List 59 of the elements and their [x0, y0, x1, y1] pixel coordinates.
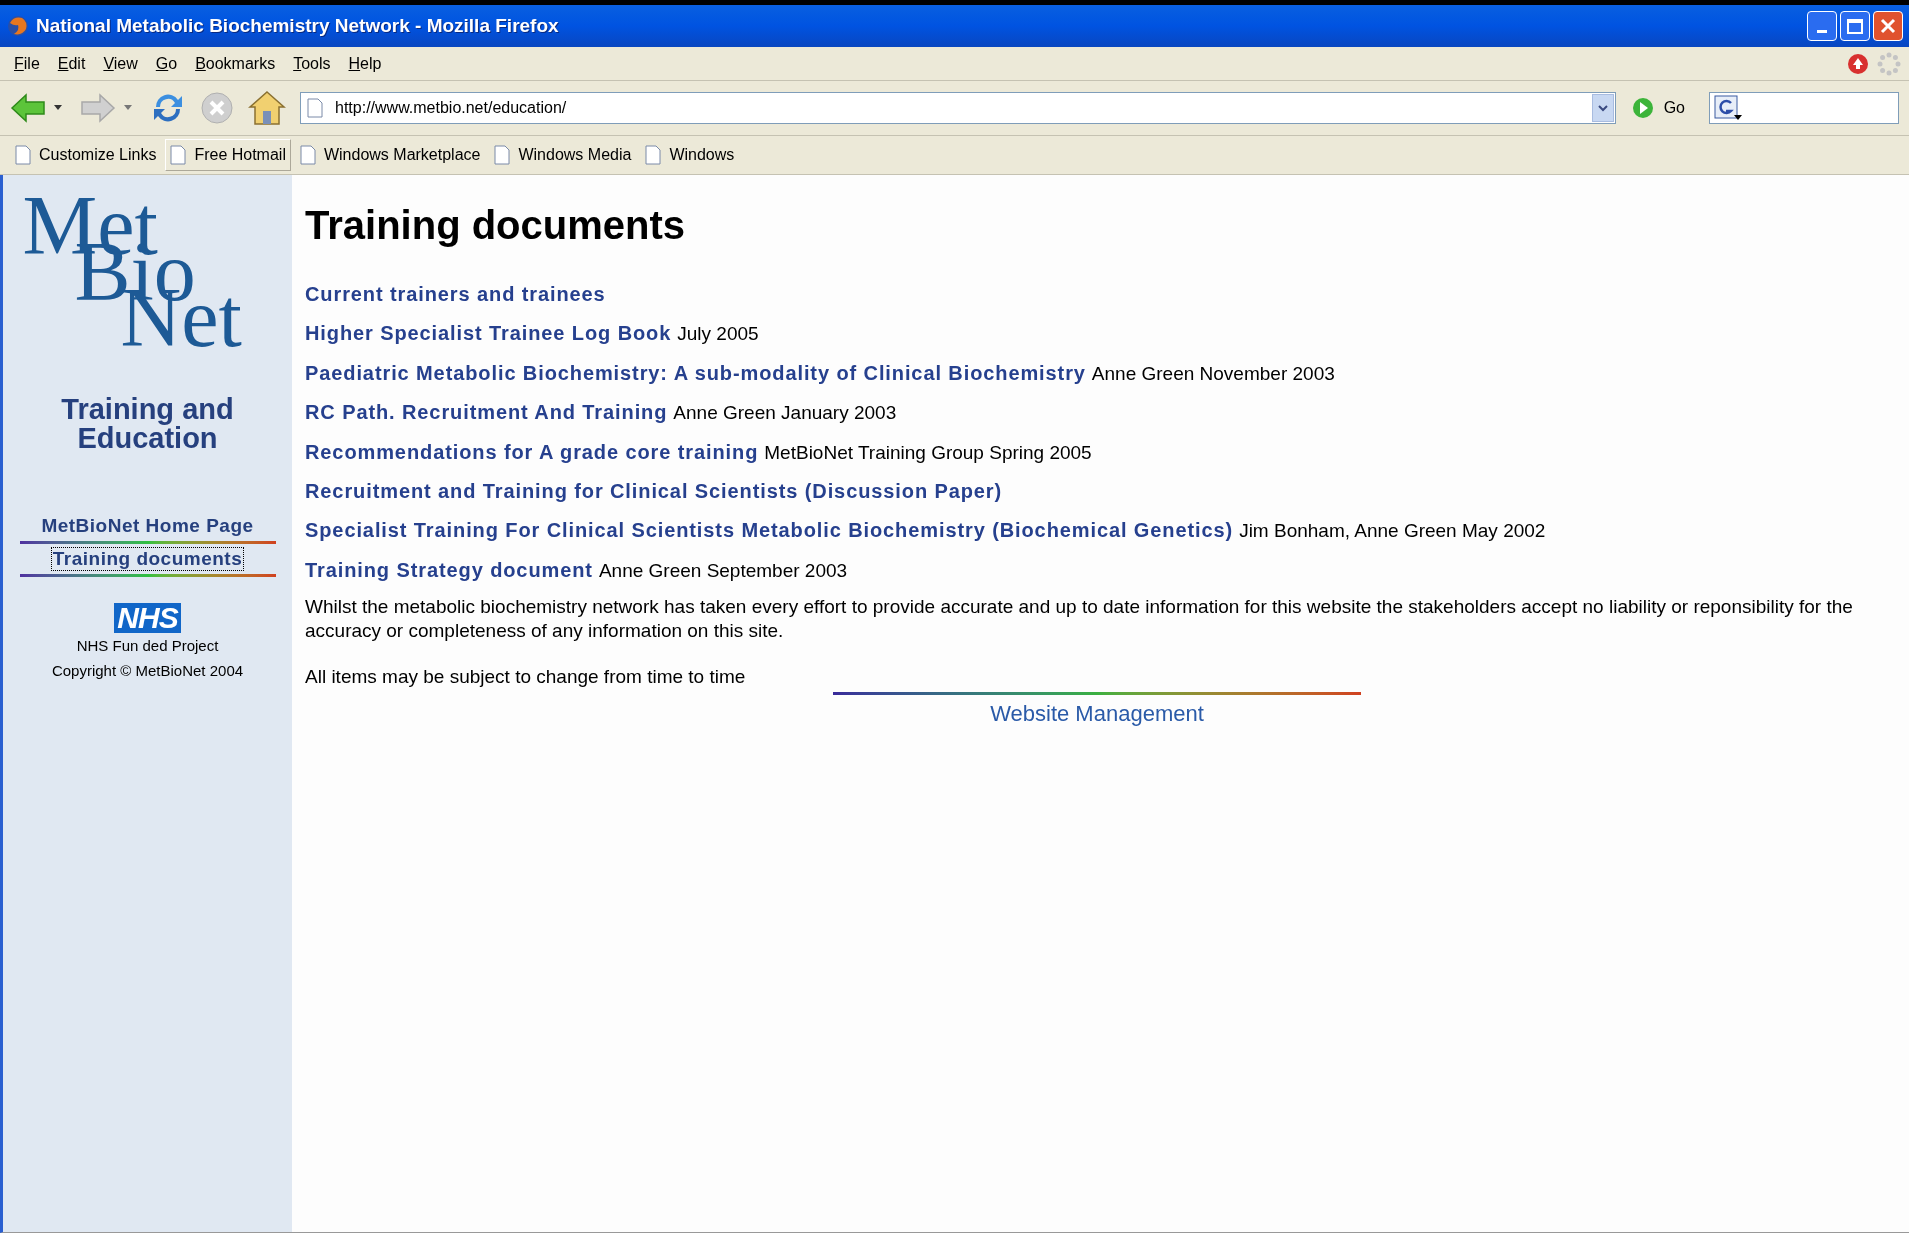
document-link[interactable]: Recruitment and Training for Clinical Scientists (Discussion Paper) — [305, 476, 1003, 506]
document-details: Jim Bonham, Anne Green May 2002 — [1239, 519, 1546, 543]
document-details: Anne Green November 2003 — [1091, 361, 1335, 386]
funding-text: NHS Fun ded Project — [76, 636, 219, 656]
page-heading: Training documents — [305, 202, 687, 249]
menu-item[interactable]: File — [6, 51, 48, 76]
menu-item[interactable]: Edit — [49, 51, 94, 76]
nhs-logo: NHS — [114, 603, 181, 633]
page-icon — [645, 145, 662, 165]
page-icon — [170, 145, 187, 165]
menu-item[interactable]: Go — [147, 51, 186, 76]
document-link[interactable]: Paediatric Metabolic Biochemistry: A sub-modality of Clinical Biochemistry — [305, 357, 1086, 388]
website-management-link[interactable]: Website Management — [990, 696, 1204, 730]
chevron-down-icon — [1597, 104, 1608, 112]
disclaimer-text: Whilst the metabolic biochemistry network has taken every effort to provide accurate and up to date information for this website the stakeholders accept no liability or reponsibility for the accuracy or completeness of any information on this site. — [305, 595, 1854, 643]
copyright-text: Copyright © MetBioNet 2004 — [51, 660, 244, 681]
bookmark-link[interactable]: Windows Marketplace — [294, 139, 486, 171]
close-button[interactable] — [1873, 11, 1903, 41]
page-icon — [307, 98, 323, 118]
menu-item[interactable]: Tools — [285, 51, 339, 76]
throbber-icon — [1877, 51, 1901, 76]
search-field[interactable] — [1709, 92, 1899, 124]
page-icon — [15, 145, 31, 165]
menu-item[interactable]: Help — [340, 51, 390, 76]
document-details: Anne Green January 2003 — [673, 401, 897, 425]
firefox-icon — [6, 14, 30, 38]
nav-link[interactable]: MetBioNet Home Page — [41, 515, 254, 537]
back-arrow-icon[interactable] — [10, 93, 46, 123]
nav-link[interactable]: Training documents — [51, 548, 244, 570]
bookmark-link[interactable]: Windows — [640, 139, 740, 171]
dropdown-button[interactable] — [1591, 94, 1614, 122]
document-link[interactable]: Higher Specialist Trainee Log Book — [305, 318, 672, 348]
bookmark-link[interactable]: Windows Media — [489, 139, 637, 171]
bookmark-link[interactable]: Free Hotmail — [165, 139, 291, 171]
dropdown-arrow-icon[interactable] — [54, 105, 62, 111]
document-details: July 2005 — [677, 322, 759, 346]
address-field[interactable]: http://www.metbio.net/education/ — [300, 92, 1616, 124]
document-link[interactable]: Recommendations for A grade core training — [305, 436, 759, 467]
menu-item[interactable]: View — [95, 51, 146, 76]
section-heading: Training and Education — [60, 395, 235, 453]
notice-text: All items may be subject to change from time to time — [305, 665, 747, 689]
page-icon — [299, 145, 316, 165]
page-icon — [494, 145, 511, 165]
menu-item[interactable]: Bookmarks — [187, 51, 284, 76]
document-link[interactable]: Specialist Training For Clinical Scientists Metabolic Biochemistry (Biochemical Genetics) — [305, 515, 1234, 545]
minimize-button[interactable] — [1807, 11, 1837, 41]
maximize-button[interactable] — [1840, 11, 1870, 41]
home-icon[interactable] — [248, 90, 286, 126]
document-link[interactable]: RC Path. Recruitment And Training — [305, 397, 668, 427]
close-icon — [1880, 18, 1896, 34]
bookmark-link[interactable]: Customize Links — [10, 139, 162, 171]
go-button[interactable]: Go — [1631, 96, 1685, 120]
window-title: National Metabolic Biochemistry Network - Mozilla Firefox — [36, 13, 559, 38]
document-details: MetBioNet Training Group Spring 2005 — [764, 440, 1092, 465]
alert-icon[interactable] — [1847, 52, 1869, 75]
document-details: Anne Green September 2003 — [598, 558, 848, 583]
search-engine-icon[interactable] — [1714, 95, 1742, 121]
document-link[interactable]: Current trainers and trainees — [305, 279, 606, 309]
document-link[interactable]: Training Strategy document — [305, 554, 593, 585]
